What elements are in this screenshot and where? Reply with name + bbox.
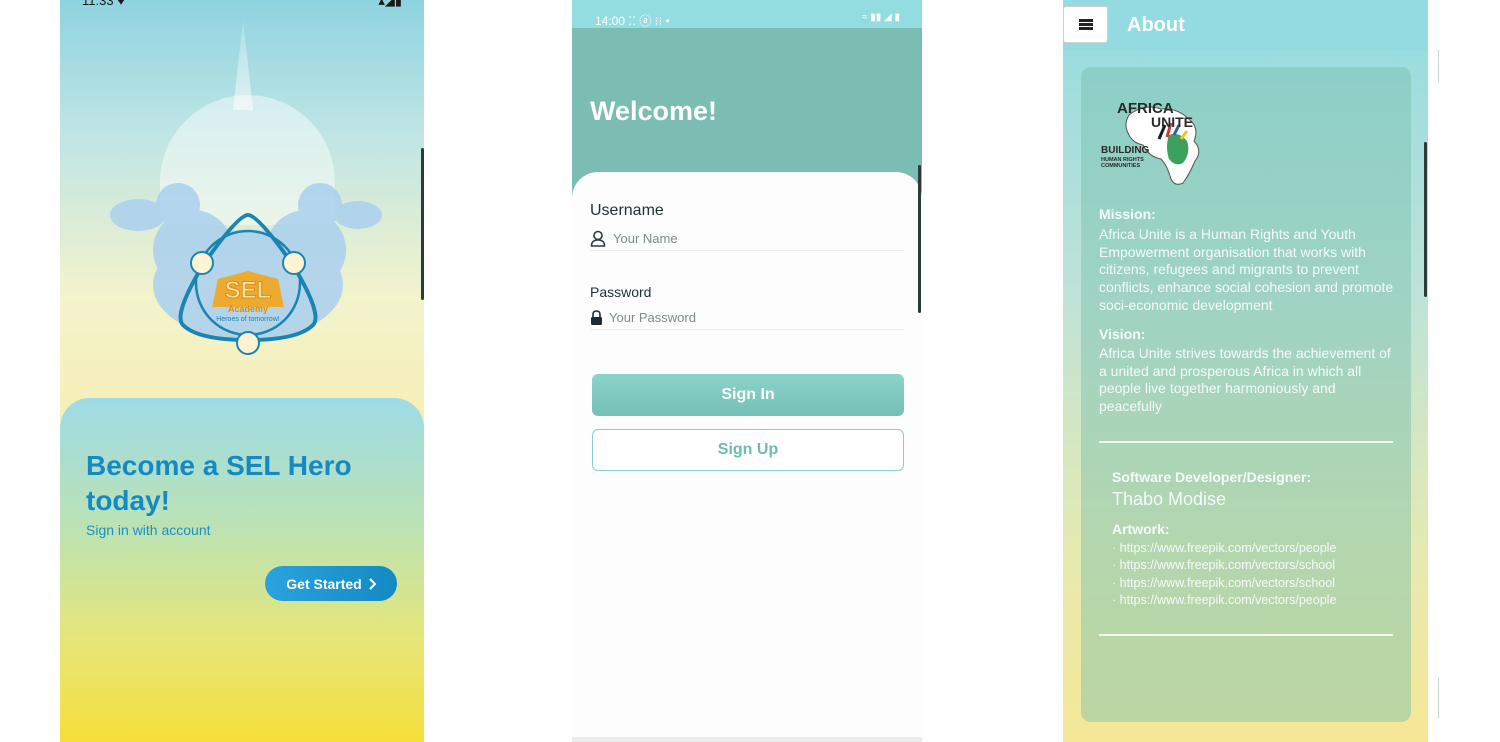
vision-heading: Vision: <box>1099 326 1146 342</box>
section-divider <box>1099 441 1393 443</box>
login-screen: 14:00 ⁚⁚ ⓐ ⁝⁝ • ≈ ▮▮ ◢ ▮ Welcome! Userna… <box>572 0 922 742</box>
developer-name: Thabo Modise <box>1112 489 1227 509</box>
username-label: Username <box>590 202 664 219</box>
artwork-link[interactable]: · https://www.freepik.com/vectors/school <box>1112 558 1335 572</box>
welcome-title: Welcome! <box>590 96 718 126</box>
chevron-right-icon <box>369 577 376 590</box>
logo-sel-text: SEL <box>225 277 272 304</box>
password-input[interactable] <box>609 309 869 325</box>
logo-building-text: BUILDING <box>1101 145 1150 156</box>
heart-badge-icon <box>190 251 214 275</box>
artwork-link[interactable]: · https://www.freepik.com/vectors/people <box>1112 541 1336 555</box>
sign-in-with-account-link[interactable]: Sign in with account <box>86 522 211 538</box>
africa-unite-logo: AFRICA UNITE BUILDING HUMAN RIGHTS COMMU… <box>1101 100 1200 185</box>
lock-icon <box>591 309 602 325</box>
vision-text: Africa Unite strives towards the achieve… <box>1099 345 1391 415</box>
get-started-label: Get Started <box>286 575 362 592</box>
get-started-button[interactable]: Get Started <box>265 566 397 601</box>
globe-badge-icon <box>236 331 260 355</box>
bottom-edge <box>572 737 922 742</box>
page-headline: Become a SEL Hero today! <box>86 450 352 516</box>
sign-up-button[interactable]: Sign Up <box>592 429 904 471</box>
device-edge <box>1438 50 1439 82</box>
sel-welcome-screen: 11:33 ♥ ▴◢▮ SEL Academy Heroes of tomorr… <box>60 0 424 742</box>
gear-badge-icon <box>282 251 306 275</box>
page-title: About <box>1127 14 1185 36</box>
artwork-link[interactable]: · https://www.freepik.com/vectors/school <box>1112 576 1335 590</box>
sign-in-button[interactable]: Sign In <box>592 374 904 416</box>
password-label: Password <box>590 284 652 300</box>
mission-text: Africa Unite is a Human Rights and Youth… <box>1099 226 1394 313</box>
hamburger-menu-button[interactable] <box>1063 6 1108 43</box>
logo-tagline: Heroes of tomorrow! <box>216 316 279 323</box>
artwork-heading: Artwork: <box>1112 521 1170 537</box>
status-icons: ▴◢▮ <box>378 0 402 8</box>
artwork-link[interactable]: · https://www.freepik.com/vectors/people <box>1112 593 1336 607</box>
logo-unite-text: UNITE <box>1151 114 1193 130</box>
username-input[interactable] <box>613 230 873 246</box>
device-edge <box>918 165 921 313</box>
mission-heading: Mission: <box>1099 206 1156 222</box>
device-edge <box>1438 678 1439 718</box>
username-field[interactable] <box>590 226 904 251</box>
status-time: 14:00 ⁚⁚ ⓐ ⁝⁝ • <box>595 14 670 28</box>
app-bar <box>1063 0 1428 50</box>
hamburger-menu-icon <box>1078 19 1093 30</box>
password-field[interactable] <box>590 305 904 330</box>
logo-communities-text: COMMUNITIES <box>1101 163 1140 169</box>
status-icons: ≈ ▮▮ ◢ ▮ <box>861 12 900 23</box>
about-screen: About AFRICA UNITE BUILDING HUMAN RIGHTS… <box>1063 0 1428 742</box>
sel-academy-logo: SEL Academy Heroes of tomorrow! <box>110 183 382 355</box>
section-divider <box>1099 634 1393 636</box>
user-icon <box>590 230 606 247</box>
developer-heading: Software Developer/Designer: <box>1112 469 1312 485</box>
device-edge <box>421 148 424 300</box>
logo-academy-text: Academy <box>228 304 268 314</box>
status-time: 11:33 ♥ <box>82 0 125 8</box>
device-edge <box>1424 142 1427 297</box>
